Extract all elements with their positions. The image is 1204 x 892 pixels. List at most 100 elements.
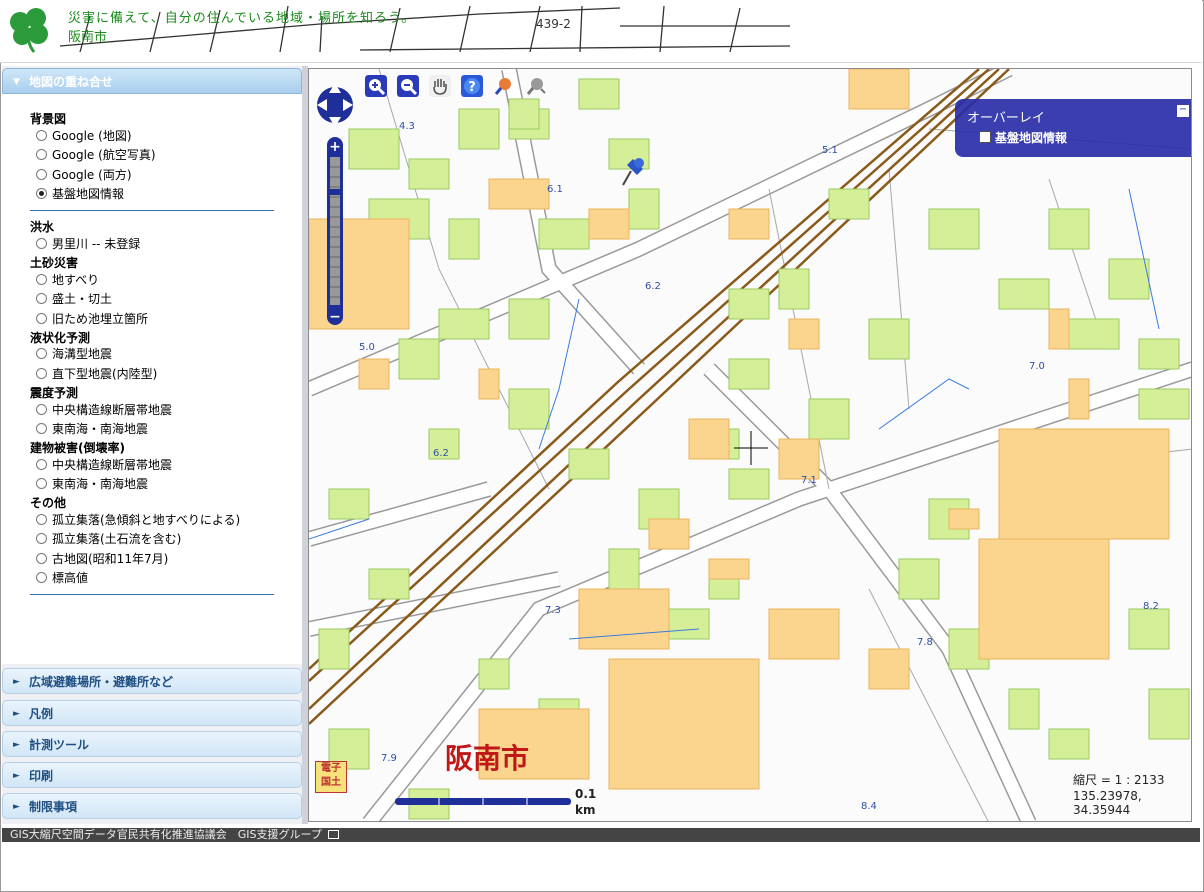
accordion-layers-header[interactable]: ▼ 地図の重ね合せ [2,68,302,94]
radio-circle-icon [36,274,47,285]
svg-text:?: ? [468,80,476,95]
radio-circle-icon [36,404,47,415]
radio-circle-icon [36,149,47,160]
radio-circle-icon [36,553,47,564]
scale-ratio-text: 縮尺 = 1 : 2133 [1073,773,1165,787]
window-icon[interactable] [327,830,339,839]
option-label: 標高値 [52,571,89,585]
option-label: 海溝型地震 [52,347,113,361]
layers-panel: 背景図 Google (地図) Google (航空写真) Google (両方… [2,94,302,664]
radio-background-google-aerial[interactable]: Google (航空写真) [36,147,156,163]
overlay-checkbox[interactable] [979,131,991,143]
option-label: 男里川 -- 未登録 [52,237,141,251]
search-pin-icon[interactable] [493,75,515,97]
radio-flood-osato[interactable]: 男里川 -- 未登録 [36,236,140,252]
option-label: Google (航空写真) [52,148,156,162]
option-label: 孤立集落(急傾斜と地すべりによる) [52,513,241,527]
radio-building-nankai[interactable]: 東南海・南海地震 [36,476,148,492]
accordion-legend[interactable]: ► 凡例 [2,700,302,726]
scale-bar [395,798,571,805]
radio-other-isolated-slope[interactable]: 孤立集落(急傾斜と地すべりによる) [36,512,240,528]
overlay-panel: オーバーレイ 基盤地図情報 − [955,99,1191,157]
zoom-in-icon[interactable] [365,75,387,97]
accordion-measure[interactable]: ► 計測ツール [2,731,302,757]
clover-logo-icon [10,8,48,53]
elevation-label: 7.9 [381,753,397,764]
overlay-item-label: 基盤地図情報 [995,131,1068,145]
chevron-right-icon: ► [13,709,20,719]
elevation-label: 6.2 [433,448,449,459]
radio-liquefaction-inland[interactable]: 直下型地震(内陸型) [36,366,157,382]
elevation-label: 7.1 [801,475,817,486]
radio-landslide-jisuberi[interactable]: 地すべり [36,272,99,288]
option-label: 東南海・南海地震 [52,422,149,436]
header: 439-2 災害に備えて、自分の住んでいる地域・場所を知ろう。 阪南市 [0,0,1202,63]
elevation-label: 5.1 [822,145,838,156]
radio-seismic-nankai[interactable]: 東南海・南海地震 [36,421,148,437]
chevron-right-icon: ► [13,740,20,750]
pan-control[interactable] [315,77,355,133]
radio-liquefaction-trench[interactable]: 海溝型地震 [36,346,112,362]
radio-other-isolated-debris[interactable]: 孤立集落(土石流を含む) [36,531,181,547]
chevron-down-icon: ▼ [13,77,20,87]
option-label: Google (両方) [52,168,132,182]
radio-background-google-map[interactable]: Google (地図) [36,128,132,144]
zoom-handle [327,189,343,195]
help-icon[interactable]: ? [461,75,483,97]
accordion-restrictions[interactable]: ► 制限事項 [2,793,302,819]
map-city-label: 阪南市 [445,742,530,775]
gsi-logo-line: 国土 [321,777,341,788]
radio-circle-icon [36,572,47,583]
overlay-collapse-icon[interactable]: − [1177,105,1189,117]
elevation-label: 4.3 [399,121,415,132]
elevation-label: 7.8 [917,637,933,648]
radio-other-elevation[interactable]: 標高値 [36,570,88,586]
city-link[interactable]: 阪南市 [68,26,107,45]
map-basemap [309,69,1191,821]
radio-circle-icon [36,514,47,525]
svg-text:439-2: 439-2 [536,17,571,31]
zoom-slider[interactable]: + − [325,137,345,325]
radio-background-kiban[interactable]: 基盤地図情報 [36,186,124,202]
elevation-label: 7.0 [1029,361,1045,372]
accordion-label: 凡例 [29,707,54,721]
radio-background-google-both[interactable]: Google (両方) [36,167,132,183]
map-view[interactable]: 4.3 6.1 5.1 6.2 5.0 7.0 6.2 7.1 7.3 7.8 … [308,68,1192,822]
group-landslide-label: 土砂災害 [30,256,79,270]
radio-landslide-morido[interactable]: 盛土・切土 [36,291,112,307]
radio-circle-icon [36,169,47,180]
separator [30,210,274,211]
accordion-label: 制限事項 [29,800,78,814]
accordion-print[interactable]: ► 印刷 [2,762,302,788]
sidebar: ▼ 地図の重ね合せ 背景図 Google (地図) Google (航空写真) … [2,66,302,824]
radio-seismic-central[interactable]: 中央構造線断層帯地震 [36,402,172,418]
zoom-out-icon[interactable] [397,75,419,97]
coordinates-text: 135.23978, 34.35944 [1073,789,1142,817]
option-label: 地すべり [52,273,100,287]
radio-circle-icon [36,130,47,141]
hand-pan-icon[interactable] [429,75,451,97]
elevation-label: 6.2 [645,281,661,292]
accordion-evacuation[interactable]: ► 広域避難場所・避難所など [2,668,302,694]
gsi-logo-line: 電子 [321,763,341,774]
option-label: 中央構造線断層帯地震 [52,458,173,472]
radio-landslide-pond[interactable]: 旧ため池埋立箇所 [36,311,148,327]
option-label: 基盤地図情報 [52,187,125,201]
elevation-label: 6.1 [547,184,563,195]
radio-circle-icon [36,368,47,379]
overlay-title: オーバーレイ [967,111,1045,126]
elevation-label: 8.4 [861,801,877,812]
chevron-right-icon: ► [13,802,20,812]
header-tagline: 災害に備えて、自分の住んでいる地域・場所を知ろう。 [68,11,416,26]
scale-bar-unit: km [575,803,596,817]
accordion-label: 広域避難場所・避難所など [29,675,174,689]
measure-icon[interactable] [525,75,547,97]
radio-circle-icon [36,459,47,470]
accordion-label: 計測ツール [29,738,90,752]
radio-circle-icon [36,238,47,249]
radio-selected-icon [36,188,47,199]
radio-circle-icon [36,313,47,324]
radio-other-old-map[interactable]: 古地図(昭和11年7月) [36,551,168,567]
chevron-right-icon: ► [13,677,20,687]
radio-building-central[interactable]: 中央構造線断層帯地震 [36,457,172,473]
